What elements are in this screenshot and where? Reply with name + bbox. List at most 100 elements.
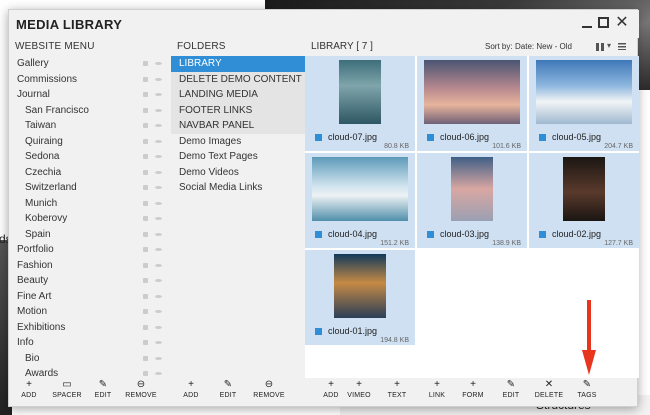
folder-item[interactable]: DELETE DEMO CONTENT xyxy=(171,71,305,87)
eye-icon[interactable] xyxy=(155,155,162,158)
lock-icon[interactable] xyxy=(143,231,148,237)
menu-item[interactable]: Koberovy xyxy=(9,211,169,227)
eye-icon[interactable] xyxy=(155,372,162,375)
eye-icon[interactable] xyxy=(155,170,162,174)
media-thumbnail[interactable] xyxy=(563,157,605,221)
eye-icon[interactable] xyxy=(155,279,162,282)
library-vimeo-button[interactable]: + VIMEO xyxy=(339,378,379,408)
media-thumbnail[interactable] xyxy=(536,60,632,124)
eye-icon[interactable] xyxy=(155,325,162,329)
library-text-button[interactable]: + TEXT xyxy=(377,378,417,408)
folder-item[interactable]: LIBRARY xyxy=(171,56,305,72)
menu-spacer-button[interactable]: ▭ SPACER xyxy=(47,378,87,408)
library-edit-button[interactable]: ✎ EDIT xyxy=(491,378,531,408)
menu-item[interactable]: Sedona xyxy=(9,149,169,165)
eye-icon[interactable] xyxy=(155,232,162,236)
media-thumbnail[interactable] xyxy=(312,157,408,221)
eye-icon[interactable] xyxy=(155,77,162,81)
eye-icon[interactable] xyxy=(155,248,162,251)
lock-icon[interactable] xyxy=(143,61,148,66)
eye-icon[interactable] xyxy=(155,186,162,189)
media-thumbnail[interactable] xyxy=(451,157,493,221)
lock-icon[interactable] xyxy=(143,169,148,175)
lock-icon[interactable] xyxy=(143,123,148,128)
media-tile[interactable]: cloud-01.jpg 194.8 KB xyxy=(305,250,415,345)
folders-edit-button[interactable]: ✎ EDIT xyxy=(208,378,248,408)
lock-icon[interactable] xyxy=(143,76,148,82)
eye-icon[interactable] xyxy=(155,201,162,205)
lock-icon[interactable] xyxy=(143,371,148,376)
media-thumbnail[interactable] xyxy=(339,60,381,124)
lock-icon[interactable] xyxy=(143,216,148,221)
folders-add-button[interactable]: + ADD xyxy=(171,378,211,408)
eye-icon[interactable] xyxy=(155,356,162,360)
eye-icon[interactable] xyxy=(155,310,162,313)
lock-icon[interactable] xyxy=(143,107,148,113)
menu-item[interactable]: Journal xyxy=(9,87,169,103)
lock-icon[interactable] xyxy=(143,92,148,97)
menu-item[interactable]: Info xyxy=(9,335,169,351)
media-tile[interactable]: cloud-03.jpg 138.9 KB xyxy=(417,153,527,248)
media-tile[interactable]: cloud-05.jpg 204.7 KB xyxy=(529,56,639,151)
minimize-icon[interactable] xyxy=(580,16,594,30)
menu-item[interactable]: Portfolio xyxy=(9,242,169,258)
menu-item[interactable]: Fashion xyxy=(9,258,169,274)
folder-item[interactable]: Demo Videos xyxy=(171,165,305,181)
close-icon[interactable]: ✕ xyxy=(615,15,629,31)
menu-add-button[interactable]: + ADD xyxy=(9,378,49,408)
eye-icon[interactable] xyxy=(155,93,162,96)
eye-icon[interactable] xyxy=(155,124,162,127)
media-tile[interactable]: cloud-04.jpg 151.2 KB xyxy=(305,153,415,248)
folders-remove-button[interactable]: ⊖ REMOVE xyxy=(249,378,289,408)
menu-item[interactable]: Fine Art xyxy=(9,289,169,305)
list-view-icon[interactable] xyxy=(618,43,626,50)
menu-item[interactable]: Commissions xyxy=(9,72,169,88)
eye-icon[interactable] xyxy=(155,263,162,267)
lock-icon[interactable] xyxy=(143,138,148,144)
menu-remove-button[interactable]: ⊖ REMOVE xyxy=(121,378,161,408)
lock-icon[interactable] xyxy=(143,355,148,361)
lock-icon[interactable] xyxy=(143,340,148,345)
menu-item[interactable]: Taiwan xyxy=(9,118,169,134)
menu-item[interactable]: San Francisco xyxy=(9,103,169,119)
lock-icon[interactable] xyxy=(143,293,148,299)
menu-item[interactable]: Exhibitions xyxy=(9,320,169,336)
library-form-button[interactable]: + FORM xyxy=(453,378,493,408)
menu-item[interactable]: Motion xyxy=(9,304,169,320)
folder-item[interactable]: NAVBAR PANEL xyxy=(171,118,305,134)
media-thumbnail[interactable] xyxy=(334,254,386,318)
menu-item[interactable]: Spain xyxy=(9,227,169,243)
chevron-down-icon[interactable]: ▾ xyxy=(607,41,611,50)
media-tile[interactable]: cloud-06.jpg 101.6 KB xyxy=(417,56,527,151)
menu-item[interactable]: Munich xyxy=(9,196,169,212)
lock-icon[interactable] xyxy=(143,262,148,268)
eye-icon[interactable] xyxy=(155,108,162,112)
eye-icon[interactable] xyxy=(155,62,162,65)
lock-icon[interactable] xyxy=(143,247,148,252)
eye-icon[interactable] xyxy=(155,217,162,220)
menu-item[interactable]: Czechia xyxy=(9,165,169,181)
menu-item[interactable]: Bio xyxy=(9,351,169,367)
lock-icon[interactable] xyxy=(143,324,148,330)
media-tile[interactable]: cloud-02.jpg 127.7 KB xyxy=(529,153,639,248)
menu-item[interactable]: Gallery xyxy=(9,56,169,72)
lock-icon[interactable] xyxy=(143,200,148,206)
sort-dropdown[interactable]: Date: New - Old xyxy=(515,38,572,56)
eye-icon[interactable] xyxy=(155,294,162,298)
lock-icon[interactable] xyxy=(143,154,148,159)
menu-item[interactable]: Beauty xyxy=(9,273,169,289)
menu-edit-button[interactable]: ✎ EDIT xyxy=(83,378,123,408)
library-delete-button[interactable]: ✕ DELETE xyxy=(529,378,569,408)
media-thumbnail[interactable] xyxy=(424,60,520,124)
media-tile[interactable]: cloud-07.jpg 80.8 KB xyxy=(305,56,415,151)
grid-view-icon[interactable] xyxy=(596,43,604,51)
folder-item[interactable]: Social Media Links xyxy=(171,180,305,196)
maximize-icon[interactable] xyxy=(598,17,609,28)
folder-item[interactable]: Demo Images xyxy=(171,134,305,150)
library-tags-button[interactable]: ✎ TAGS xyxy=(567,378,607,408)
library-link-button[interactable]: + LINK xyxy=(417,378,457,408)
menu-item[interactable]: Quiraing xyxy=(9,134,169,150)
folder-item[interactable]: FOOTER LINKS xyxy=(171,102,305,118)
folder-item[interactable]: Demo Text Pages xyxy=(171,149,305,165)
lock-icon[interactable] xyxy=(143,309,148,314)
